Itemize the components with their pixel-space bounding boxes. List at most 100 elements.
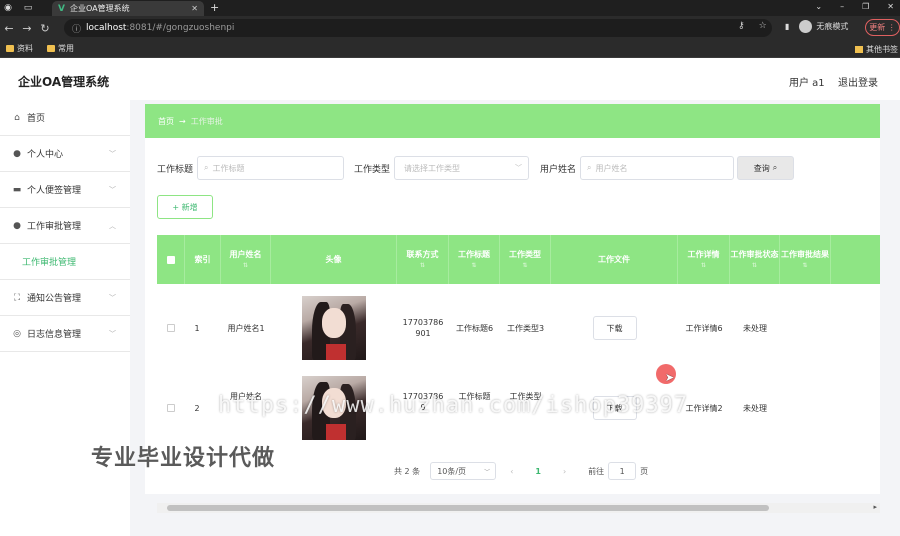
forward-icon[interactable]: →: [18, 22, 36, 35]
chevron-down-icon: ﹀: [484, 468, 491, 476]
header-detail[interactable]: 工作详情 ⇅: [678, 235, 730, 284]
sidebar-item-logs[interactable]: ◎ 日志信息管理 ﹀: [0, 316, 130, 352]
info-icon: ⓘ: [72, 24, 82, 35]
sort-icon[interactable]: ⇅: [701, 260, 706, 271]
sort-icon[interactable]: ⇅: [471, 260, 476, 271]
sort-icon[interactable]: ⇅: [752, 260, 757, 271]
page-number[interactable]: 1: [535, 467, 541, 476]
header-status[interactable]: 工作审批状态 ⇅: [730, 235, 780, 284]
chevron-down-icon: ﹀: [109, 149, 116, 158]
sidebar-item-personal-center[interactable]: ● 个人中心 ﹀: [0, 136, 130, 172]
sort-icon[interactable]: ⇅: [522, 260, 527, 271]
search-icon: ⌕: [772, 163, 778, 172]
avatar: [302, 296, 366, 360]
sidebar-panel-icon[interactable]: ▮: [785, 22, 789, 31]
header-phone[interactable]: 联系方式 ⇅: [397, 235, 449, 284]
browser-tab[interactable]: V 企业OA管理系统 ✕: [52, 1, 204, 16]
filter-title: 工作标题 ⌕ 工作标题: [157, 156, 345, 180]
sort-icon[interactable]: ⇅: [802, 260, 807, 271]
header-user[interactable]: 用户姓名 ⇅: [221, 235, 271, 284]
chevron-down-icon[interactable]: ⌄: [815, 2, 822, 11]
watermark-text: 专业毕业设计代做: [91, 446, 276, 471]
header-title[interactable]: 工作标题 ⇅: [449, 235, 500, 284]
row-checkbox[interactable]: [167, 324, 175, 332]
cell-detail: 工作详情6: [685, 323, 723, 333]
close-window-icon[interactable]: ✕: [887, 2, 894, 11]
url-actions: ⚷ ☆: [738, 21, 767, 31]
search-icon: ⌕: [204, 163, 209, 172]
horizontal-scrollbar[interactable]: ▸: [157, 503, 880, 513]
filter-title-label: 工作标题: [157, 164, 194, 175]
app-title: 企业OA管理系统: [18, 75, 110, 89]
add-button[interactable]: + 新增: [157, 195, 213, 219]
bookmark-folder-1[interactable]: 资料: [6, 43, 33, 54]
compass-icon: ◎: [13, 328, 21, 339]
sidebar-subitem-approval[interactable]: 工作审批管理: [0, 244, 130, 280]
key-icon[interactable]: ⚷: [738, 21, 745, 31]
logout-link[interactable]: 退出登录: [838, 74, 878, 89]
scroll-right-icon[interactable]: ▸: [873, 503, 877, 511]
title-search-input[interactable]: ⌕ 工作标题: [197, 156, 345, 180]
breadcrumb-home[interactable]: 首页: [158, 116, 174, 127]
cell-title: 工作标题6: [455, 323, 494, 333]
prev-page-button[interactable]: ‹: [510, 467, 513, 476]
approval-table: 索引 用户姓名 ⇅ 头像 联系方式 ⇅ 工作标题 ⇅ 工作类型 ⇅ 工作文件 工作详情 ⇅…: [157, 235, 880, 455]
pagination-bar: 共 2 条 10条/页 ﹀ ‹ 1 › 前往 1 页: [394, 462, 648, 480]
incognito-avatar-icon: [799, 20, 813, 33]
sidebar-item-approval[interactable]: ● 工作审批管理 ︿: [0, 208, 130, 244]
sidebar-item-notices[interactable]: ⛶ 通知公告管理 ﹀: [0, 280, 130, 316]
home-icon: ⌂: [14, 112, 20, 123]
address-bar: ← → ↻ ⓘ localhost:8081/#/gongzuoshenpi ⚷…: [0, 16, 900, 40]
profile-button[interactable]: ▮ 无痕模式: [785, 20, 848, 33]
header-avatar[interactable]: 头像: [271, 235, 397, 284]
star-icon[interactable]: ☆: [759, 21, 767, 31]
sidebar-item-home[interactable]: ⌂ 首页: [0, 100, 130, 136]
filter-type-label: 工作类型: [354, 164, 391, 175]
browser-menu-icon[interactable]: ◉: [0, 0, 16, 16]
reload-icon[interactable]: ↻: [36, 22, 54, 35]
back-icon[interactable]: ←: [0, 22, 18, 35]
app: 企业OA管理系统 用户 a1 退出登录 ⌂ 首页 ● 个人中心 ﹀ ▬ 个人便签…: [0, 58, 900, 536]
sort-icon[interactable]: ⇅: [420, 260, 425, 271]
new-tab-icon[interactable]: +: [210, 1, 219, 14]
type-select[interactable]: 请选择工作类型 ﹀: [394, 156, 530, 180]
main-content: 首页 → 工作审批 工作标题 ⌕ 工作标题 工作类型 请选择工作类型 ﹀ 用户姓…: [145, 104, 880, 513]
scrollbar-thumb[interactable]: [167, 505, 769, 511]
other-bookmarks[interactable]: 其他书签: [855, 44, 898, 55]
cell-status: 未处理: [743, 323, 767, 333]
tab-title: 企业OA管理系统: [69, 4, 130, 13]
cell-file: 下载: [551, 289, 678, 367]
download-button[interactable]: 下载: [592, 316, 637, 340]
tab-list-icon[interactable]: ▭: [20, 0, 36, 16]
folder-icon: [855, 46, 863, 53]
sidebar-item-notes[interactable]: ▬ 个人便签管理 ﹀: [0, 172, 130, 208]
cell-status: 未处理: [743, 403, 767, 413]
header-result[interactable]: 工作审批结果 ⇅: [780, 235, 831, 284]
page-size-select[interactable]: 10条/页 ﹀: [430, 462, 497, 480]
bookmarks-bar: 资料 常用 其他书签: [0, 40, 900, 58]
breadcrumb-separator: →: [179, 116, 186, 126]
query-button[interactable]: 查询 ⌕: [737, 156, 794, 180]
header-type[interactable]: 工作类型 ⇅: [500, 235, 551, 284]
sort-icon[interactable]: ⇅: [243, 260, 248, 271]
briefcase-icon: ▬: [12, 184, 22, 195]
row-checkbox-cell: [157, 289, 185, 367]
bookmark-folder-2[interactable]: 常用: [47, 43, 74, 54]
mouse-pointer-icon: ➤: [665, 371, 675, 384]
update-button[interactable]: 更新 ⋮: [865, 19, 900, 36]
goto-label: 前往: [588, 466, 605, 476]
close-tab-icon[interactable]: ✕: [191, 4, 198, 13]
url-input[interactable]: ⓘ localhost:8081/#/gongzuoshenpi: [64, 19, 772, 37]
chevron-down-icon: ﹀: [109, 185, 116, 194]
row-checkbox[interactable]: [167, 404, 175, 412]
page-unit: 页: [640, 466, 649, 476]
user-search-input[interactable]: ⌕ 用户姓名: [580, 156, 735, 180]
minimize-icon[interactable]: –: [840, 2, 844, 11]
checkbox-icon[interactable]: [166, 255, 175, 264]
window-controls: ⌄ – ❐ ✕: [815, 2, 894, 11]
header-select-all[interactable]: [157, 235, 185, 284]
next-page-button[interactable]: ›: [563, 467, 566, 476]
goto-page-input[interactable]: 1: [608, 462, 637, 480]
restore-icon[interactable]: ❐: [862, 2, 869, 11]
header-file[interactable]: 工作文件: [551, 235, 678, 284]
